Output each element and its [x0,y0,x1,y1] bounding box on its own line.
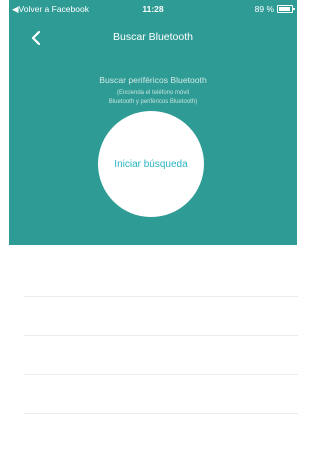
list-item[interactable] [24,374,298,413]
battery-icon [277,5,295,13]
list-item[interactable] [24,413,298,452]
search-instructions-line-2: Bluetooth y periféricos Bluetooth) [108,99,198,105]
search-instructions: (Encienda el teléfono móvil Bluetooth y … [9,89,297,107]
device-list [24,296,298,452]
battery-percent: 89 % [254,4,274,14]
list-item[interactable] [24,335,298,374]
search-instructions-line-1: (Encienda el teléfono móvil [116,90,190,96]
search-heading: Buscar periféricos Bluetooth [99,75,207,85]
search-header-panel: ◀Volver a Facebook 11:28 89 % Buscar Blu… [9,0,297,245]
start-search-button[interactable]: Iniciar búsqueda [98,111,204,217]
list-item[interactable] [24,296,298,335]
page-title: Buscar Bluetooth [113,31,193,43]
start-search-label: Iniciar búsqueda [114,158,188,170]
status-bar: ◀Volver a Facebook 11:28 89 % [9,4,297,18]
status-battery: 89 % [254,4,295,14]
